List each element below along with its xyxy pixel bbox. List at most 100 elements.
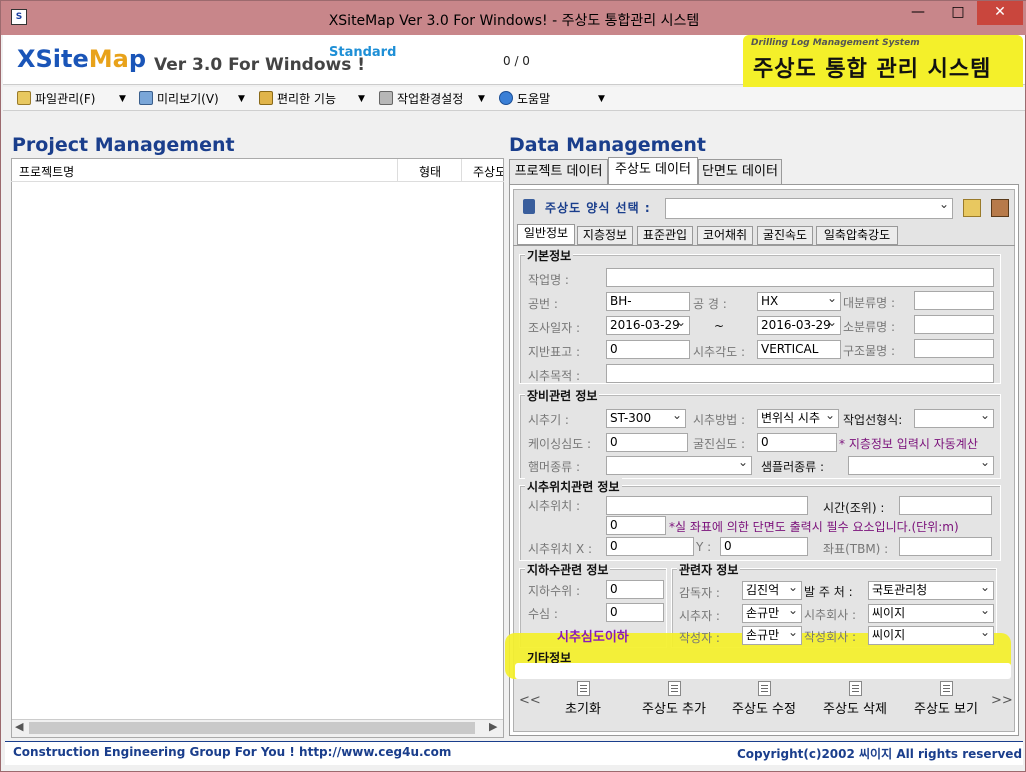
subtab-drilling-speed[interactable]: 굴진속도 bbox=[757, 226, 813, 245]
subtab-ucs[interactable]: 일축압축강도 bbox=[816, 226, 898, 245]
groundwater-title: 지하수관련 정보 bbox=[525, 561, 611, 578]
etc-info-area[interactable] bbox=[515, 663, 1011, 679]
system-name-en: Drilling Log Management System bbox=[751, 38, 920, 48]
coord-x-input[interactable]: 0 bbox=[606, 537, 694, 556]
menu-help[interactable]: 도움말 bbox=[499, 91, 550, 109]
drill-method-select[interactable]: 변위식 시추 bbox=[757, 409, 839, 428]
boring-depth-input[interactable]: 0 bbox=[757, 433, 837, 452]
date-from-picker[interactable]: 2016-03-29 bbox=[606, 316, 690, 335]
menu-utilities[interactable]: 편리한 기능 bbox=[259, 91, 336, 109]
time-tide-input[interactable] bbox=[899, 496, 992, 515]
diameter-select[interactable]: HX bbox=[757, 292, 841, 311]
column-divider bbox=[461, 159, 462, 181]
below-drill-depth-label: 시추심도이하 bbox=[557, 630, 629, 645]
hammer-type-select[interactable] bbox=[606, 456, 752, 475]
add-log-label: 주상도 추가 bbox=[642, 702, 706, 717]
delete-log-button[interactable]: 주상도 삭제 bbox=[812, 681, 898, 721]
edit-form-icon[interactable] bbox=[963, 199, 981, 217]
reset-button[interactable]: 초기화 bbox=[540, 681, 626, 721]
add-log-button[interactable]: 주상도 추가 bbox=[631, 681, 717, 721]
drill-company-select[interactable]: 씨이지 bbox=[868, 604, 994, 623]
next-record-button[interactable]: >> bbox=[991, 693, 1013, 708]
sampler-type-select[interactable] bbox=[848, 456, 994, 475]
hole-no-label: 공번 : bbox=[528, 297, 558, 311]
menu-help-dropdown-icon[interactable]: ▼ bbox=[598, 94, 605, 104]
menu-file[interactable]: 파일관리(F) bbox=[17, 91, 95, 109]
hole-no-input[interactable]: BH- bbox=[606, 292, 690, 311]
edit-document-icon bbox=[757, 681, 771, 696]
position-input[interactable] bbox=[606, 496, 808, 515]
casing-depth-input[interactable]: 0 bbox=[606, 433, 688, 452]
edit-log-label: 주상도 수정 bbox=[732, 702, 796, 717]
scroll-left-icon[interactable]: ◀ bbox=[15, 720, 23, 733]
supervisor-select[interactable]: 김진억 bbox=[742, 581, 802, 600]
work-name-label: 작업명 : bbox=[528, 273, 569, 287]
writer-select[interactable]: 손규만 bbox=[742, 626, 802, 645]
ground-elev-input[interactable]: 0 bbox=[606, 340, 690, 359]
tbm-input[interactable] bbox=[899, 537, 992, 556]
add-document-icon bbox=[667, 681, 681, 696]
minimize-button[interactable]: — bbox=[901, 1, 935, 25]
line-type-label: 작업선형식: bbox=[843, 413, 903, 427]
scroll-right-icon[interactable]: ▶ bbox=[489, 720, 497, 733]
logo-p: p bbox=[128, 45, 147, 73]
user-form-icon[interactable] bbox=[991, 199, 1009, 217]
driller-select[interactable]: 손규만 bbox=[742, 604, 802, 623]
coord-y-label: Y : bbox=[696, 540, 712, 554]
menu-preview-dropdown-icon[interactable]: ▼ bbox=[238, 94, 245, 104]
column-boring-log[interactable]: 주상도 bbox=[473, 163, 503, 180]
menu-settings[interactable]: 작업환경설정 bbox=[379, 91, 463, 109]
subtab-core[interactable]: 코어채취 bbox=[697, 226, 753, 245]
water-depth-label: 수심 : bbox=[528, 607, 558, 621]
groundwater-level-input[interactable]: 0 bbox=[606, 580, 664, 599]
purpose-input[interactable] bbox=[606, 364, 994, 383]
copyright-text: Copyright(c)2002 씨이지 All rights reserved bbox=[737, 747, 1023, 761]
project-list-panel[interactable] bbox=[11, 158, 504, 738]
view-log-label: 주상도 보기 bbox=[914, 702, 978, 717]
structure-input[interactable] bbox=[914, 339, 994, 358]
tab-boring-log-data[interactable]: 주상도 데이터 bbox=[608, 157, 698, 185]
major-class-label: 대분류명 : bbox=[843, 296, 896, 310]
form-select-dropdown[interactable] bbox=[665, 198, 953, 219]
column-type[interactable]: 형태 bbox=[419, 163, 441, 180]
major-class-input[interactable] bbox=[914, 291, 994, 310]
subtab-spt[interactable]: 표준관입 bbox=[637, 226, 693, 245]
water-depth-input[interactable]: 0 bbox=[606, 603, 664, 622]
menu-preview[interactable]: 미리보기(V) bbox=[139, 91, 219, 109]
auto-calc-note: * 지층정보 입력시 자동계산 bbox=[839, 437, 978, 451]
menu-utilities-dropdown-icon[interactable]: ▼ bbox=[358, 94, 365, 104]
prev-record-button[interactable]: << bbox=[519, 693, 541, 708]
logo-site: Site bbox=[35, 45, 89, 73]
scrollbar-thumb[interactable] bbox=[29, 722, 475, 734]
edit-log-button[interactable]: 주상도 수정 bbox=[721, 681, 807, 721]
subtab-general[interactable]: 일반정보 bbox=[517, 224, 575, 245]
reset-icon bbox=[576, 681, 590, 696]
date-to-picker[interactable]: 2016-03-29 bbox=[757, 316, 841, 335]
menu-file-label: 파일관리(F) bbox=[35, 92, 96, 106]
minor-class-input[interactable] bbox=[914, 315, 994, 334]
scale-input[interactable]: 0 bbox=[606, 516, 666, 535]
manager-title: 관련자 정보 bbox=[677, 561, 741, 578]
view-document-icon bbox=[939, 681, 953, 696]
window-title: XSiteMap Ver 3.0 For Windows! - 주상도 통합관리… bbox=[328, 13, 700, 29]
work-name-input[interactable] bbox=[606, 268, 994, 287]
menu-settings-dropdown-icon[interactable]: ▼ bbox=[478, 94, 485, 104]
line-type-select[interactable] bbox=[914, 409, 994, 428]
maximize-button[interactable]: □ bbox=[941, 1, 975, 25]
company-slogan: Construction Engineering Group For You !… bbox=[13, 745, 452, 759]
subtab-strata[interactable]: 지층정보 bbox=[577, 226, 633, 245]
menu-file-dropdown-icon[interactable]: ▼ bbox=[119, 94, 126, 104]
coord-y-input[interactable]: 0 bbox=[720, 537, 808, 556]
drill-angle-input[interactable]: VERTICAL bbox=[757, 340, 841, 359]
close-button[interactable]: ✕ bbox=[977, 1, 1023, 25]
tab-project-data[interactable]: 프로젝트 데이터 bbox=[509, 159, 608, 185]
tab-section-data[interactable]: 단면도 데이터 bbox=[698, 159, 782, 185]
column-project-name[interactable]: 프로젝트명 bbox=[19, 163, 74, 180]
client-select[interactable]: 국토관리청 bbox=[868, 581, 994, 600]
edition-label: Standard bbox=[329, 45, 397, 60]
drill-machine-select[interactable]: ST-300 bbox=[606, 409, 686, 428]
writer-company-select[interactable]: 씨이지 bbox=[868, 626, 994, 645]
ground-elev-label: 지반표고 : bbox=[528, 345, 581, 359]
view-log-button[interactable]: 주상도 보기 bbox=[903, 681, 989, 721]
hammer-type-label: 햄머종류 : bbox=[528, 460, 581, 474]
